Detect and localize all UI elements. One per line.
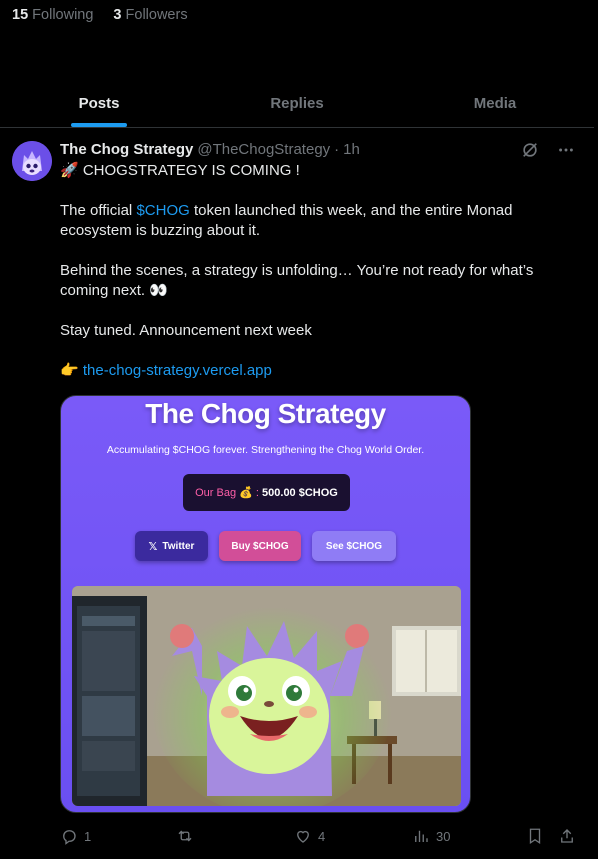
post[interactable]: The Chog Strategy @TheChogStrategy · 1h … xyxy=(0,128,594,859)
avatar[interactable] xyxy=(12,141,52,181)
following-link[interactable]: 15 Following xyxy=(12,7,93,23)
post-line-1: 🚀 CHOGSTRATEGY IS COMING ! xyxy=(60,162,300,179)
card-twitter-button: 𝕏 Twitter xyxy=(135,531,208,561)
post-text: 🚀 CHOGSTRATEGY IS COMING ! The official … xyxy=(60,161,580,381)
profile-tabs: Posts Replies Media xyxy=(0,80,594,128)
header-separator: · xyxy=(334,141,340,158)
bag-panel: Our Bag 💰 : 500.00 $CHOG xyxy=(183,474,350,511)
post-actions: 1 4 30 xyxy=(60,827,580,847)
post-time[interactable]: 1h xyxy=(343,141,360,158)
bookmark-button[interactable] xyxy=(526,827,544,845)
views-icon xyxy=(415,830,428,842)
media-image[interactable]: The Chog Strategy Accumulating $CHOG for… xyxy=(60,395,471,813)
followers-link[interactable]: 3 Followers xyxy=(113,7,187,23)
heart-icon xyxy=(297,830,309,843)
card-see-button: See $CHOG xyxy=(312,531,396,561)
post-line-4: Stay tuned. Announcement next week xyxy=(60,322,312,339)
reply-button[interactable]: 1 xyxy=(60,827,91,845)
chog-illustration xyxy=(72,586,461,806)
grok-icon[interactable] xyxy=(520,140,540,160)
post-line-5: 👉 the-chog-strategy.vercel.app xyxy=(60,362,272,379)
repost-button[interactable] xyxy=(176,827,200,845)
post-line-3: Behind the scenes, a strategy is unfoldi… xyxy=(60,262,534,299)
like-button[interactable]: 4 xyxy=(294,827,325,845)
post-top-actions xyxy=(520,140,576,160)
views-button[interactable]: 30 xyxy=(412,827,450,845)
post-line-2: The official $CHOG token launched this w… xyxy=(60,202,513,239)
author-name[interactable]: The Chog Strategy xyxy=(60,141,193,158)
repost-icon xyxy=(178,830,192,842)
share-icon xyxy=(561,829,573,843)
more-icon[interactable] xyxy=(556,140,576,160)
follow-stats: 15 Following 3 Followers xyxy=(12,7,188,23)
tab-posts[interactable]: Posts xyxy=(0,80,198,127)
author-handle[interactable]: @TheChogStrategy xyxy=(197,141,330,158)
cashtag-link[interactable]: $CHOG xyxy=(136,202,189,219)
website-link[interactable]: the-chog-strategy.vercel.app xyxy=(83,362,272,379)
card-subtitle: Accumulating $CHOG forever. Strengthenin… xyxy=(106,444,425,456)
x-logo-icon: 𝕏 xyxy=(148,540,158,553)
tab-media[interactable]: Media xyxy=(396,80,594,127)
reply-icon xyxy=(63,830,76,845)
post-header: The Chog Strategy @TheChogStrategy · 1h xyxy=(60,141,360,158)
share-button[interactable] xyxy=(558,827,576,845)
card-title: The Chog Strategy xyxy=(145,398,386,429)
tab-replies[interactable]: Replies xyxy=(198,80,396,127)
card-buy-button: Buy $CHOG xyxy=(219,531,301,561)
card-buttons: 𝕏 Twitter Buy $CHOG See $CHOG xyxy=(61,531,470,561)
bookmark-icon xyxy=(529,828,541,845)
